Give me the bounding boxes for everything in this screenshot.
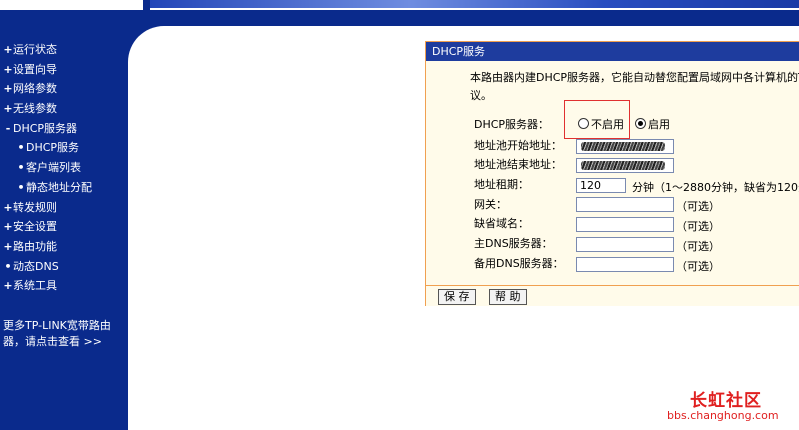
expand-icon: + <box>3 82 13 96</box>
banner-logo-area <box>0 0 143 10</box>
description-line1: 本路由器内建DHCP服务器，它能自动替您配置局域网中各计算机的TCP <box>470 71 799 84</box>
redacted-scribble <box>581 161 665 170</box>
sidebar-menu: +运行状态 +设置向导 +网络参数 +无线参数 - DHCP服务器 •DHCP服务… <box>0 40 128 296</box>
expand-icon: + <box>3 102 13 116</box>
sidebar-item-ddns[interactable]: •动态DNS <box>0 257 128 277</box>
gateway-label: 网关： <box>474 198 507 211</box>
primary-dns-label: 主DNS服务器： <box>474 237 553 250</box>
radio-enable[interactable] <box>635 118 646 129</box>
watermark-logo-text: 长虹社区 <box>690 391 762 411</box>
secondary-dns-label: 备用DNS服务器： <box>474 257 564 270</box>
secondary-dns-input[interactable] <box>576 257 674 272</box>
collapse-icon: - <box>5 121 11 135</box>
top-banner <box>0 0 799 26</box>
bullet-icon: • <box>17 180 25 194</box>
expand-icon: + <box>3 220 13 234</box>
bullet-icon: • <box>17 161 25 175</box>
expand-icon: + <box>3 43 13 56</box>
sidebar-item-label: 无线参数 <box>13 102 57 116</box>
primary-dns-input[interactable] <box>576 237 674 252</box>
bullet-icon: • <box>4 259 12 273</box>
highlight-box <box>564 100 630 139</box>
sidebar-item-wireless[interactable]: +无线参数 <box>0 99 128 119</box>
save-button[interactable]: 保 存 <box>438 289 476 305</box>
more-products-link[interactable]: 更多TP-LINK宽带路由 器，请点击查看 >> <box>3 318 125 350</box>
panel-title: DHCP服务 <box>426 42 799 61</box>
panel-description: 本路由器内建DHCP服务器，它能自动替您配置局域网中各计算机的TCP 议。 <box>470 69 799 105</box>
sidebar-item-label: DHCP服务 <box>26 141 80 155</box>
secondary-dns-optional: （可选） <box>676 260 720 273</box>
sidebar-item-client-list[interactable]: •客户端列表 <box>0 158 128 178</box>
help-button[interactable]: 帮 助 <box>489 289 527 305</box>
sidebar-item-label: 网络参数 <box>13 82 57 96</box>
sidebar-item-label: 系统工具 <box>13 279 57 293</box>
lease-time-input[interactable]: 120 <box>576 178 626 193</box>
sidebar-item-wizard[interactable]: +设置向导 <box>0 60 128 80</box>
sidebar-item-static-address[interactable]: •静态地址分配 <box>0 178 128 198</box>
end-address-label: 地址池结束地址： <box>474 158 562 171</box>
expand-icon: + <box>3 239 13 253</box>
gateway-optional: （可选） <box>676 200 720 213</box>
sidebar-item-system-tools[interactable]: +系统工具 <box>0 276 128 296</box>
banner-stripe <box>150 0 799 8</box>
primary-dns-optional: （可选） <box>676 240 720 253</box>
radio-enable-option[interactable]: 启用 <box>635 116 670 134</box>
bullet-icon: • <box>17 141 25 155</box>
redacted-scribble <box>581 142 665 151</box>
sidebar-item-label: 安全设置 <box>13 220 57 234</box>
radio-enable-label: 启用 <box>648 118 670 131</box>
sidebar-item-label: 客户端列表 <box>26 161 81 175</box>
end-address-input[interactable] <box>576 158 674 173</box>
sidebar-item-status[interactable]: +运行状态 <box>0 40 128 60</box>
start-address-input[interactable] <box>576 139 674 154</box>
lease-time-hint: 分钟（1～2880分钟，缺省为120分钟 <box>632 181 799 194</box>
dhcp-panel: DHCP服务 本路由器内建DHCP服务器，它能自动替您配置局域网中各计算机的TC… <box>425 41 799 306</box>
sidebar-item-dhcp-service[interactable]: •DHCP服务 <box>0 138 128 158</box>
sidebar-item-network[interactable]: +网络参数 <box>0 79 128 99</box>
expand-icon: + <box>3 62 13 76</box>
more-products-line1: 更多TP-LINK宽带路由 <box>3 319 111 332</box>
gateway-input[interactable] <box>576 197 674 212</box>
expand-icon: + <box>3 279 13 293</box>
watermark-url: bbs.changhong.com <box>667 409 779 422</box>
sidebar: +运行状态 +设置向导 +网络参数 +无线参数 - DHCP服务器 •DHCP服务… <box>0 26 128 430</box>
panel-footer: 保 存 帮 助 <box>426 285 799 306</box>
sidebar-item-routing[interactable]: +路由功能 <box>0 237 128 257</box>
sidebar-item-label: 动态DNS <box>13 259 59 273</box>
sidebar-item-security[interactable]: +安全设置 <box>0 217 128 237</box>
domain-label: 缺省域名： <box>474 217 529 230</box>
sidebar-item-label: 路由功能 <box>13 239 57 253</box>
sidebar-item-forwarding[interactable]: +转发规则 <box>0 198 128 218</box>
domain-optional: （可选） <box>676 220 720 233</box>
sidebar-item-label: 设置向导 <box>13 62 57 76</box>
start-address-label: 地址池开始地址： <box>474 139 562 152</box>
sidebar-item-label: 运行状态 <box>13 43 57 56</box>
banner-divider <box>150 8 799 10</box>
sidebar-item-dhcp-server[interactable]: - DHCP服务器 <box>0 119 128 139</box>
more-products-line2: 器，请点击查看 >> <box>3 335 102 348</box>
domain-input[interactable] <box>576 217 674 232</box>
expand-icon: + <box>3 200 13 214</box>
lease-time-label: 地址租期： <box>474 178 529 191</box>
sidebar-item-label: 静态地址分配 <box>26 180 92 194</box>
sidebar-item-label: DHCP服务器 <box>13 121 78 135</box>
dhcp-server-label: DHCP服务器： <box>474 118 550 131</box>
sidebar-item-label: 转发规则 <box>13 200 57 214</box>
description-line2: 议。 <box>470 89 492 102</box>
